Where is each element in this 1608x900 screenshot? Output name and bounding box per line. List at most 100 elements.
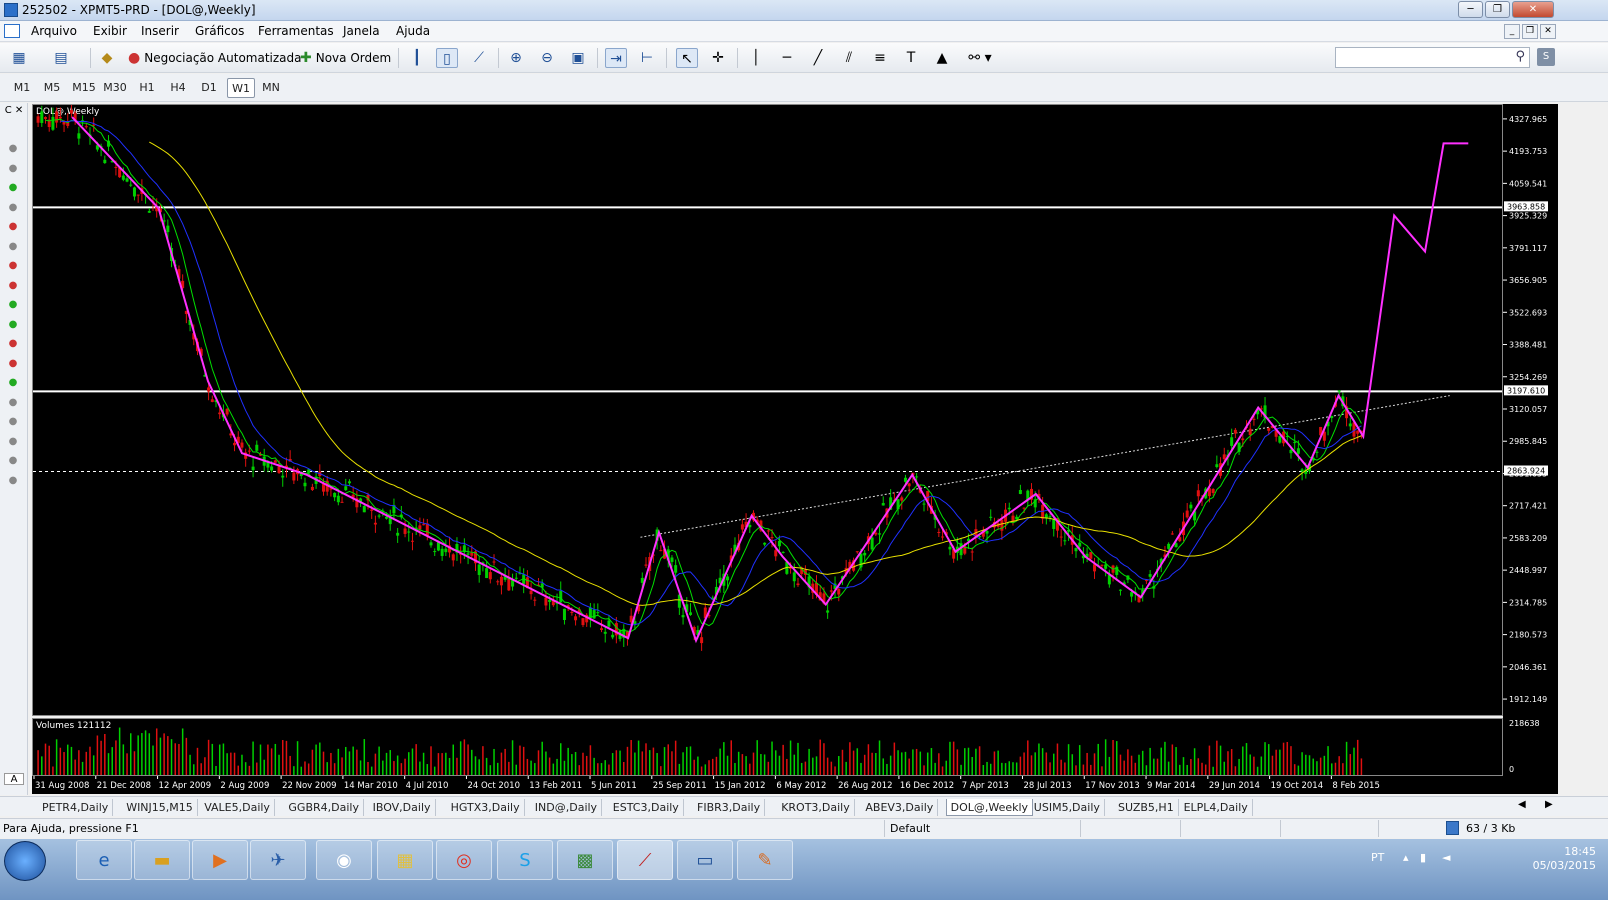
market-watch-icon[interactable]: ◆: [96, 48, 118, 68]
object-list-item[interactable]: ●: [7, 182, 19, 194]
chart-shift-icon[interactable]: ⊢: [636, 48, 658, 68]
tf-m30[interactable]: M30: [101, 78, 129, 98]
text-tool-icon[interactable]: A: [4, 773, 24, 785]
ie-icon[interactable]: e: [76, 840, 132, 880]
menu-janela[interactable]: Janela: [343, 24, 380, 38]
scanner-icon[interactable]: ▦: [377, 840, 433, 880]
chart-tab[interactable]: ELPL4,Daily: [1180, 799, 1253, 816]
vertical-line-icon[interactable]: │: [745, 48, 767, 68]
candlestick-icon[interactable]: ▯: [436, 48, 458, 68]
object-panel-close-button[interactable]: C ✕: [3, 105, 25, 117]
chart-tab[interactable]: HGTX3,Daily: [447, 799, 525, 816]
equidistant-channel-icon[interactable]: ⫽: [838, 48, 860, 68]
connection-icon[interactable]: [1446, 821, 1459, 835]
search-input[interactable]: ⚲: [1335, 47, 1530, 68]
metatrader-icon[interactable]: ⟋: [617, 840, 673, 880]
tabs-scroll-right-icon[interactable]: ▶: [1545, 799, 1553, 810]
network-icon[interactable]: ▮: [1420, 851, 1426, 864]
tf-h4[interactable]: H4: [164, 78, 192, 98]
menu-graficos[interactable]: Gráficos: [195, 24, 244, 38]
mdi-close-button[interactable]: ✕: [1540, 24, 1556, 39]
menu-inserir[interactable]: Inserir: [141, 24, 179, 38]
tf-m15[interactable]: M15: [70, 78, 98, 98]
chart-tab[interactable]: ESTC3,Daily: [609, 799, 684, 816]
close-button[interactable]: ✕: [1512, 1, 1554, 18]
maximize-button[interactable]: ❐: [1485, 1, 1510, 18]
object-list-item[interactable]: ●: [7, 299, 19, 311]
object-list-item[interactable]: ●: [7, 202, 19, 214]
chart-tab[interactable]: VALE5,Daily: [200, 799, 275, 816]
volume-icon[interactable]: ◄: [1442, 851, 1450, 864]
object-list-item[interactable]: ●: [7, 338, 19, 350]
fibonacci-icon[interactable]: ≡: [869, 48, 891, 68]
chart-tab[interactable]: FIBR3,Daily: [693, 799, 766, 816]
chart-tab[interactable]: GGBR4,Daily: [284, 799, 364, 816]
tf-d1[interactable]: D1: [195, 78, 223, 98]
menu-ferramentas[interactable]: Ferramentas: [258, 24, 334, 38]
tile-windows-icon[interactable]: ▣: [567, 48, 589, 68]
shapes-dropdown-icon[interactable]: ⚯ ▾: [962, 48, 998, 68]
hp-icon[interactable]: ◉: [316, 840, 372, 880]
mdi-minimize-button[interactable]: _: [1504, 24, 1520, 39]
horizontal-line-icon[interactable]: ─: [776, 48, 798, 68]
menu-exibir[interactable]: Exibir: [93, 24, 127, 38]
explorer-icon[interactable]: ▬: [134, 840, 190, 880]
object-list-item[interactable]: ●: [7, 163, 19, 175]
object-list-item[interactable]: ●: [7, 358, 19, 370]
text-icon[interactable]: T: [900, 48, 922, 68]
time-axis[interactable]: 31 Aug 2008 21 Dec 2008 12 Apr 2009 2 Aug 2…: [32, 776, 1558, 794]
chart-tab[interactable]: IBOV,Daily: [369, 799, 436, 816]
chart-tab[interactable]: DOL@,Weekly: [945, 799, 1034, 816]
skype-icon[interactable]: S: [497, 840, 553, 880]
price-chart[interactable]: DOL@,Weekly: [32, 104, 1503, 716]
auto-trading-button[interactable]: ● Negociação Automatizada: [128, 47, 302, 69]
object-list-item[interactable]: ●: [7, 377, 19, 389]
media-player-icon[interactable]: ▶: [192, 840, 248, 880]
menu-ajuda[interactable]: Ajuda: [396, 24, 430, 38]
object-list-item[interactable]: ●: [7, 280, 19, 292]
object-list-item[interactable]: ●: [7, 143, 19, 155]
chart-tab[interactable]: KROT3,Daily: [777, 799, 855, 816]
zoom-out-icon[interactable]: ⊖: [536, 48, 558, 68]
signals-icon[interactable]: S: [1537, 48, 1555, 66]
zoom-in-icon[interactable]: ⊕: [505, 48, 527, 68]
object-list-item[interactable]: ●: [7, 241, 19, 253]
photo-viewer-icon[interactable]: ▭: [677, 840, 733, 880]
app-icon[interactable]: ✈: [250, 840, 306, 880]
mdi-restore-button[interactable]: ❐: [1522, 24, 1538, 39]
tray-expand-icon[interactable]: ▴: [1403, 851, 1409, 864]
tf-m1[interactable]: M1: [8, 78, 36, 98]
tf-w1[interactable]: W1: [227, 78, 255, 98]
new-order-button[interactable]: ✚ Nova Ordem: [300, 47, 391, 69]
menu-arquivo[interactable]: Arquivo: [31, 24, 77, 38]
object-list-item[interactable]: ●: [7, 475, 19, 487]
app-icon[interactable]: ▩: [557, 840, 613, 880]
chart-tab[interactable]: PETR4,Daily: [38, 799, 114, 816]
price-axis[interactable]: 4327.965 4193.753 4059.541 3925.329 3791.117…: [1503, 104, 1558, 776]
tf-mn[interactable]: MN: [257, 78, 285, 98]
start-button[interactable]: [4, 841, 46, 881]
cursor-icon[interactable]: ↖: [676, 48, 698, 68]
new-chart-icon[interactable]: ▦: [8, 48, 30, 68]
chart-tab[interactable]: SUZB5,H1: [1114, 799, 1179, 816]
language-indicator[interactable]: PT: [1371, 851, 1384, 864]
crosshair-icon[interactable]: ✛: [707, 48, 729, 68]
object-list-item[interactable]: ●: [7, 416, 19, 428]
trendline-icon[interactable]: ╱: [807, 48, 829, 68]
chart-window-icon[interactable]: [4, 24, 20, 38]
profiles-icon[interactable]: ▤: [50, 48, 72, 68]
chart-tab[interactable]: USIM5,Daily: [1030, 799, 1105, 816]
autoscroll-icon[interactable]: ⇥: [605, 48, 627, 68]
object-list-item[interactable]: ●: [7, 319, 19, 331]
chart-tab[interactable]: WINJ15,M15: [122, 799, 198, 816]
bar-chart-icon[interactable]: ┃: [406, 48, 428, 68]
object-list-item[interactable]: ●: [7, 397, 19, 409]
object-list-item[interactable]: ●: [7, 221, 19, 233]
minimize-button[interactable]: ─: [1458, 1, 1483, 18]
tf-h1[interactable]: H1: [133, 78, 161, 98]
tf-m5[interactable]: M5: [38, 78, 66, 98]
chart-tab[interactable]: ABEV3,Daily: [861, 799, 939, 816]
paint-icon[interactable]: ✎: [737, 840, 793, 880]
tabs-scroll-left-icon[interactable]: ◀: [1518, 799, 1526, 810]
chrome-icon[interactable]: ◎: [436, 840, 492, 880]
